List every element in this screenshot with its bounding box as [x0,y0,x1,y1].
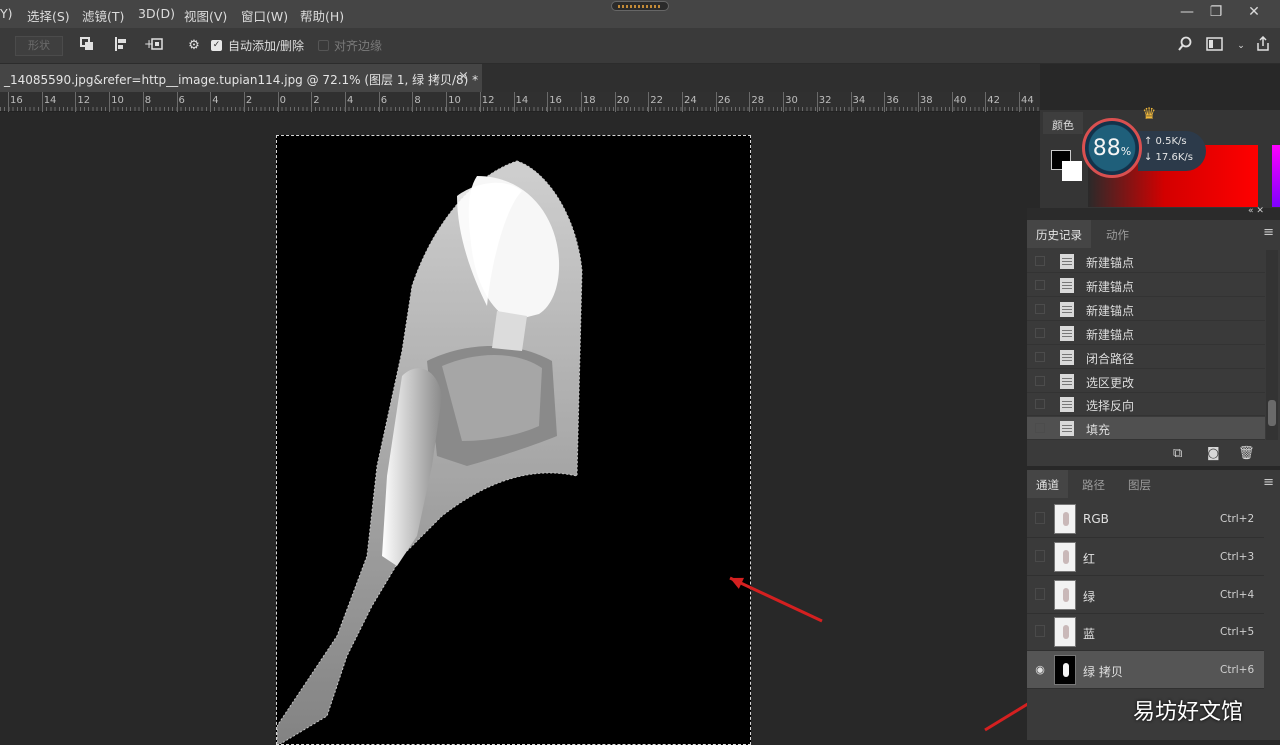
panel-menu-icon[interactable]: ≡ [1263,475,1274,490]
history-item-label: 填充 [1086,423,1111,438]
channel-thumbnail [1054,504,1076,534]
history-item-label: 新建锚点 [1086,256,1135,270]
history-snapshot-checkbox[interactable] [1035,279,1045,290]
history-snapshot-checkbox[interactable] [1035,303,1045,314]
document-icon [1060,325,1074,341]
tab-channels[interactable]: 通道 [1027,470,1068,498]
visibility-toggle[interactable] [1035,512,1045,524]
document-icon [1060,421,1074,437]
history-item[interactable]: 填充 [1027,417,1265,441]
visibility-toggle[interactable] [1035,587,1045,600]
history-item-label: 新建锚点 [1086,279,1135,294]
channel-row[interactable]: ◉ 绿 拷贝 Ctrl+6 [1027,651,1264,690]
snapshot-camera-icon[interactable]: ◙ [1207,446,1220,461]
channel-name: 红 [1083,551,1096,566]
document-icon [1060,373,1074,389]
channel-thumbnail [1054,655,1076,686]
channel-shortcut: Ctrl+2 [1220,513,1255,525]
tab-actions[interactable]: 动作 [1097,220,1138,248]
history-snapshot-checkbox[interactable] [1035,423,1045,434]
history-item-label: 选择反向 [1086,399,1135,414]
channel-row[interactable]: 红 Ctrl+3 [1027,538,1264,576]
document-icon [1060,397,1074,413]
history-item-label: 新建锚点 [1086,327,1135,342]
channel-shortcut: Ctrl+6 [1220,664,1255,677]
channel-thumbnail [1054,541,1076,572]
eye-icon[interactable]: ◉ [1033,663,1047,677]
history-scrollbar-thumb[interactable] [1268,400,1276,426]
trash-icon[interactable]: 🗑 [1238,446,1255,461]
document-icon [1060,301,1074,317]
channel-shortcut: Ctrl+5 [1220,626,1255,639]
history-scrollbar[interactable] [1266,250,1278,440]
collapse-close-icons[interactable]: « ✕ [1248,206,1264,216]
tab-history[interactable]: 历史记录 [1027,220,1091,248]
history-item[interactable]: 闭合路径 [1027,346,1265,369]
channel-row[interactable]: RGB Ctrl+2 [1027,500,1264,538]
channel-shortcut: Ctrl+3 [1220,550,1255,563]
tab-layers[interactable]: 图层 [1119,470,1160,498]
history-footer: ⧉ ◙ 🗑 [1027,442,1280,466]
history-list: 新建锚点 新建锚点 新建锚点 新建锚点 闭合路径 选区更改 选择反向 填充 [1027,250,1265,441]
history-item[interactable]: 新建锚点 [1027,274,1265,297]
red-arrow-canvas [729,576,823,623]
network-speed-widget[interactable]: 88% ↑ 0.5K/s ↓ 17.6K/s [1082,118,1206,180]
history-snapshot-checkbox[interactable] [1035,256,1045,266]
download-speed: ↓ 17.6K/s [1144,152,1193,163]
channel-row[interactable]: 绿 Ctrl+4 [1027,576,1264,614]
history-item[interactable]: 新建锚点 [1027,322,1265,345]
channel-shortcut: Ctrl+4 [1220,588,1255,601]
visibility-toggle[interactable] [1035,625,1045,638]
channel-name: 绿 [1083,589,1096,604]
document-icon [1060,254,1074,269]
document-icon [1060,277,1074,293]
channel-name: RGB [1083,512,1109,526]
new-document-from-state-icon[interactable]: ⧉ [1173,446,1182,461]
history-item[interactable]: 新建锚点 [1027,250,1265,273]
channel-name: 蓝 [1083,627,1096,642]
history-item[interactable]: 新建锚点 [1027,298,1265,321]
history-item[interactable]: 选区更改 [1027,370,1265,393]
hue-slider[interactable] [1272,145,1280,207]
history-item-label: 闭合路径 [1086,351,1135,366]
color-panel-tab[interactable]: 颜色 [1043,112,1083,134]
tab-paths[interactable]: 路径 [1073,470,1114,498]
document-icon [1060,349,1074,365]
history-panel: 历史记录 动作 ≡ 新建锚点 新建锚点 新建锚点 新建锚点 闭合路径 选区更改 选择反向 填充… [1027,220,1280,466]
panel-header-strip [1027,208,1280,220]
memory-usage-percent: 88 [1092,136,1121,161]
history-snapshot-checkbox[interactable] [1035,399,1045,410]
crown-icon: ♛ [1142,104,1157,123]
channel-name: 绿 拷贝 [1083,665,1123,680]
history-snapshot-checkbox[interactable] [1035,351,1045,362]
visibility-toggle[interactable] [1035,549,1045,562]
history-snapshot-checkbox[interactable] [1035,375,1045,386]
history-item-label: 新建锚点 [1086,303,1135,318]
background-color-swatch[interactable] [1062,161,1082,181]
upload-speed: ↑ 0.5K/s [1144,136,1187,147]
channel-thumbnail [1054,617,1076,648]
panel-menu-icon[interactable]: ≡ [1263,225,1274,240]
history-item[interactable]: 选择反向 [1027,393,1265,417]
channel-row[interactable]: 蓝 Ctrl+5 [1027,613,1264,652]
history-snapshot-checkbox[interactable] [1035,327,1045,338]
percent-sign: % [1120,145,1132,158]
channel-thumbnail [1054,579,1076,610]
watermark: 易坊好文馆 [1133,700,1244,725]
history-item-label: 选区更改 [1086,375,1135,390]
